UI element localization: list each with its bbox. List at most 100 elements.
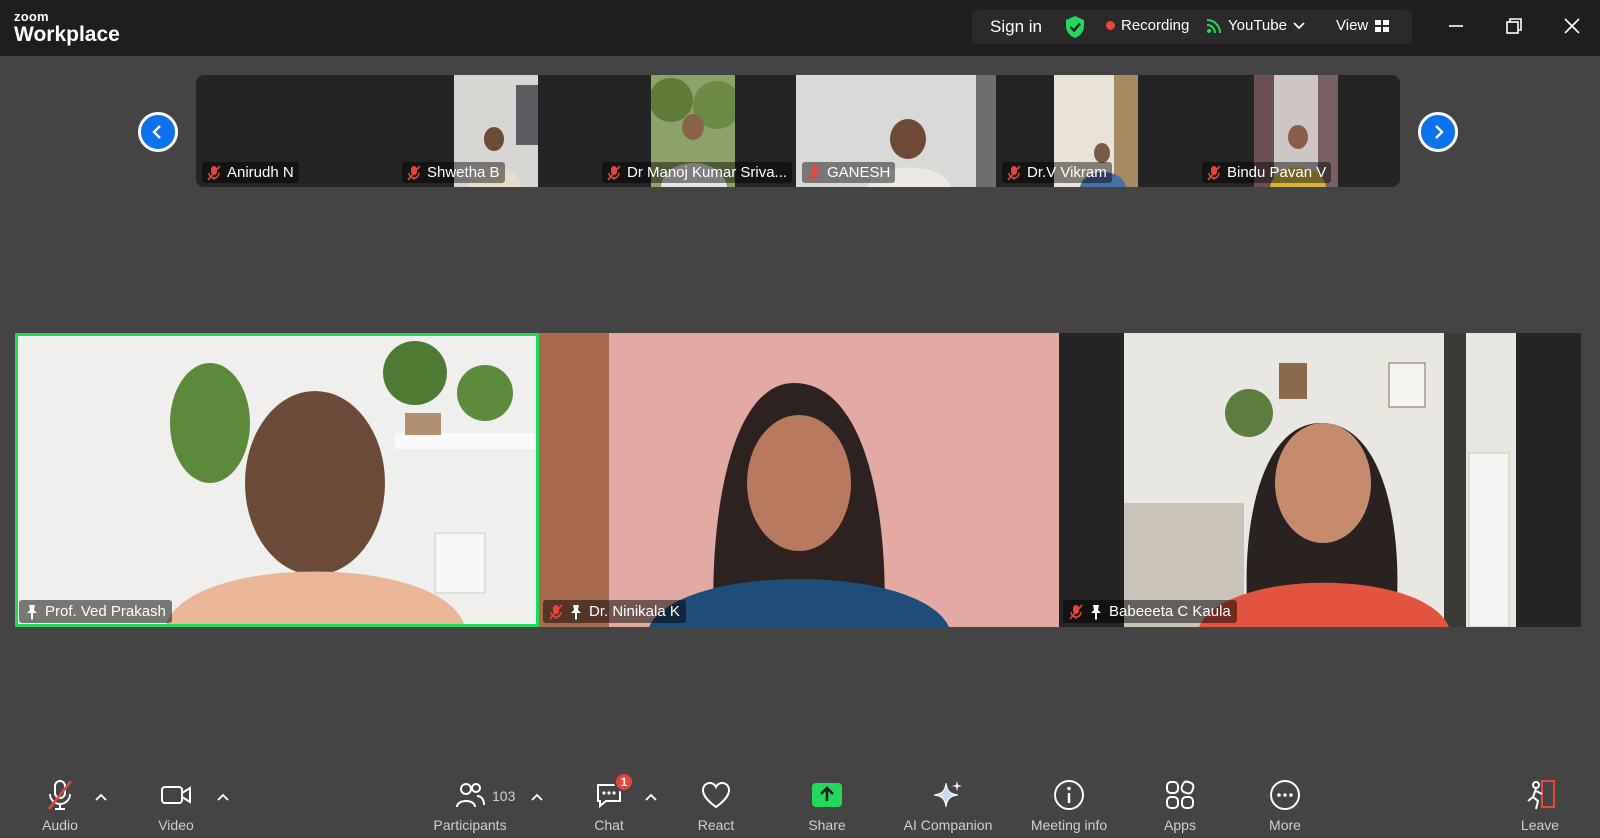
meeting-toolbar: Audio Video Participants 103 1 Chat Reac… — [0, 770, 1600, 838]
leave-button[interactable]: Leave — [1490, 778, 1590, 833]
participant-thumbnail[interactable]: Dr Manoj Kumar Sriva... — [596, 75, 796, 187]
chevron-right-icon — [1435, 125, 1444, 139]
pin-icon — [571, 604, 581, 620]
brand-workplace: Workplace — [14, 23, 120, 46]
ai-companion-label: AI Companion — [903, 817, 993, 833]
participant-count: 103 — [492, 788, 516, 804]
react-button[interactable]: React — [666, 778, 766, 833]
recording-indicator[interactable]: Recording — [1106, 17, 1189, 34]
more-button[interactable]: More — [1235, 778, 1335, 833]
audio-label: Audio — [42, 817, 78, 833]
livestream-label: YouTube — [1228, 17, 1287, 34]
title-bar: zoom Workplace Sign in Recording YouTube… — [0, 0, 1600, 56]
participant-name-tag: Anirudh N — [202, 162, 299, 183]
chat-icon: 1 — [592, 772, 634, 812]
restore-icon[interactable] — [1502, 14, 1526, 38]
previous-page-button[interactable] — [138, 112, 178, 152]
view-label: View — [1336, 17, 1369, 34]
participant-video — [15, 333, 539, 627]
participant-name: Shwetha B — [427, 164, 500, 181]
recording-label: Recording — [1121, 17, 1190, 34]
participant-name: Anirudh N — [227, 164, 294, 181]
apps-label: Apps — [1164, 817, 1196, 833]
participant-name: Dr. Ninikala K — [589, 603, 680, 620]
grid-view-icon — [1375, 19, 1390, 32]
participants-icon — [453, 778, 487, 812]
participant-name-tag: Babeeeta C Kaula — [1063, 600, 1237, 623]
heart-icon — [699, 778, 733, 812]
video-label: Video — [158, 817, 194, 833]
chevron-left-icon — [152, 125, 161, 139]
audio-button[interactable]: Audio — [10, 778, 110, 833]
livestream-indicator[interactable]: YouTube — [1206, 17, 1305, 34]
pin-icon — [27, 604, 37, 620]
sparkle-icon — [931, 778, 965, 812]
chevron-down-icon — [1293, 21, 1305, 29]
app-logo: zoom Workplace — [14, 10, 120, 45]
share-button[interactable]: Share — [777, 778, 877, 833]
video-button[interactable]: Video — [126, 778, 226, 833]
participant-name-tag: GANESH — [802, 162, 896, 183]
participant-thumbnail[interactable]: GANESH — [796, 75, 996, 187]
participant-video — [539, 333, 1059, 627]
mic-muted-icon — [549, 603, 563, 620]
ai-companion-button[interactable]: AI Companion — [898, 778, 998, 833]
chat-options-chevron-icon[interactable] — [644, 792, 658, 802]
minimize-icon[interactable] — [1444, 14, 1468, 38]
participant-name: Prof. Ved Prakash — [45, 603, 166, 620]
recording-dot-icon — [1106, 21, 1115, 30]
mic-muted-icon — [1069, 603, 1083, 620]
audio-options-chevron-icon[interactable] — [94, 792, 108, 802]
participant-name-tag: Prof. Ved Prakash — [19, 600, 172, 623]
video-tile[interactable]: Dr. Ninikala K — [539, 333, 1059, 627]
pin-icon — [1091, 604, 1101, 620]
participant-name-tag: Bindu Pavan V — [1202, 162, 1332, 183]
meeting-info-label: Meeting info — [1030, 817, 1108, 833]
participant-thumbnail[interactable]: Anirudh N — [196, 75, 396, 187]
mic-muted-icon — [1207, 164, 1221, 181]
participant-name: Bindu Pavan V — [1227, 164, 1327, 181]
chat-unread-badge: 1 — [614, 772, 634, 792]
security-shield-icon[interactable] — [1064, 15, 1086, 39]
participant-thumbnail[interactable]: Shwetha B — [396, 75, 596, 187]
more-dots-icon — [1268, 778, 1302, 812]
participant-name-tag: Dr. Ninikala K — [543, 600, 686, 623]
participant-thumbnail[interactable]: Dr.V Vikram — [996, 75, 1196, 187]
video-tile[interactable]: Babeeeta C Kaula — [1059, 333, 1581, 627]
chat-button[interactable]: 1 Chat — [559, 772, 659, 833]
share-label: Share — [808, 817, 846, 833]
participant-video — [1059, 333, 1581, 627]
next-page-button[interactable] — [1418, 112, 1458, 152]
mic-muted-icon — [1007, 164, 1021, 181]
react-label: React — [697, 817, 735, 833]
chat-label: Chat — [594, 817, 624, 833]
meeting-info-button[interactable]: Meeting info — [1019, 778, 1119, 833]
close-icon[interactable] — [1560, 14, 1584, 38]
mic-muted-icon — [607, 164, 621, 181]
more-label: More — [1269, 817, 1301, 833]
mic-muted-icon — [207, 164, 221, 181]
leave-door-icon — [1523, 778, 1557, 812]
participants-label: Participants — [433, 817, 507, 833]
apps-button[interactable]: Apps — [1130, 778, 1230, 833]
participant-name: Dr.V Vikram — [1027, 164, 1107, 181]
participant-strip: Anirudh N Shwetha B Dr Manoj Kumar Sriva… — [196, 75, 1400, 187]
share-screen-icon — [810, 778, 844, 812]
participant-thumbnail[interactable]: Bindu Pavan V — [1196, 75, 1396, 187]
video-options-chevron-icon[interactable] — [216, 792, 230, 802]
participant-name: Dr Manoj Kumar Sriva... — [627, 164, 788, 181]
participant-name-tag: Dr Manoj Kumar Sriva... — [602, 162, 793, 183]
video-tile-active-speaker[interactable]: Prof. Ved Prakash — [15, 333, 539, 627]
sign-in-button[interactable]: Sign in — [990, 17, 1042, 37]
info-icon — [1052, 778, 1086, 812]
video-camera-icon — [159, 778, 193, 812]
mic-muted-icon — [43, 778, 77, 812]
participants-options-chevron-icon[interactable] — [530, 792, 544, 802]
participant-name: Babeeeta C Kaula — [1109, 603, 1231, 620]
broadcast-icon — [1206, 18, 1221, 33]
view-button[interactable]: View — [1336, 17, 1390, 34]
participants-button[interactable]: Participants — [420, 778, 520, 833]
apps-icon — [1163, 778, 1197, 812]
participant-name-tag: Dr.V Vikram — [1002, 162, 1112, 183]
participant-name-tag: Shwetha B — [402, 162, 505, 183]
